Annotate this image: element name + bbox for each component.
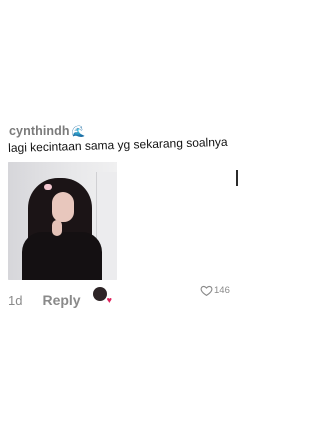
username-text: cynthindh (9, 124, 70, 138)
photo-body (22, 232, 102, 280)
comment-photo[interactable] (8, 162, 117, 280)
comment: cynthindh 🌊 lagi kecintaan sama yg sekar… (0, 0, 250, 444)
heart-icon: ♥ (106, 295, 112, 305)
creator-liked-badge: ♥ (93, 287, 112, 305)
like-count: 146 (214, 285, 230, 296)
photo-face (52, 192, 74, 222)
like-button[interactable]: 146 (200, 284, 230, 297)
comment-username[interactable]: cynthindh 🌊 (9, 124, 85, 138)
photo-hand (52, 220, 62, 236)
comment-timestamp: 1d (8, 292, 23, 308)
photo-hair-bow (44, 184, 52, 190)
reply-button[interactable]: Reply (42, 292, 80, 308)
heart-outline-icon (200, 285, 213, 297)
comment-meta: 1d Reply (8, 292, 81, 308)
wave-emoji-icon: 🌊 (71, 125, 86, 138)
creator-avatar (93, 287, 107, 301)
scroll-indicator (236, 170, 238, 186)
